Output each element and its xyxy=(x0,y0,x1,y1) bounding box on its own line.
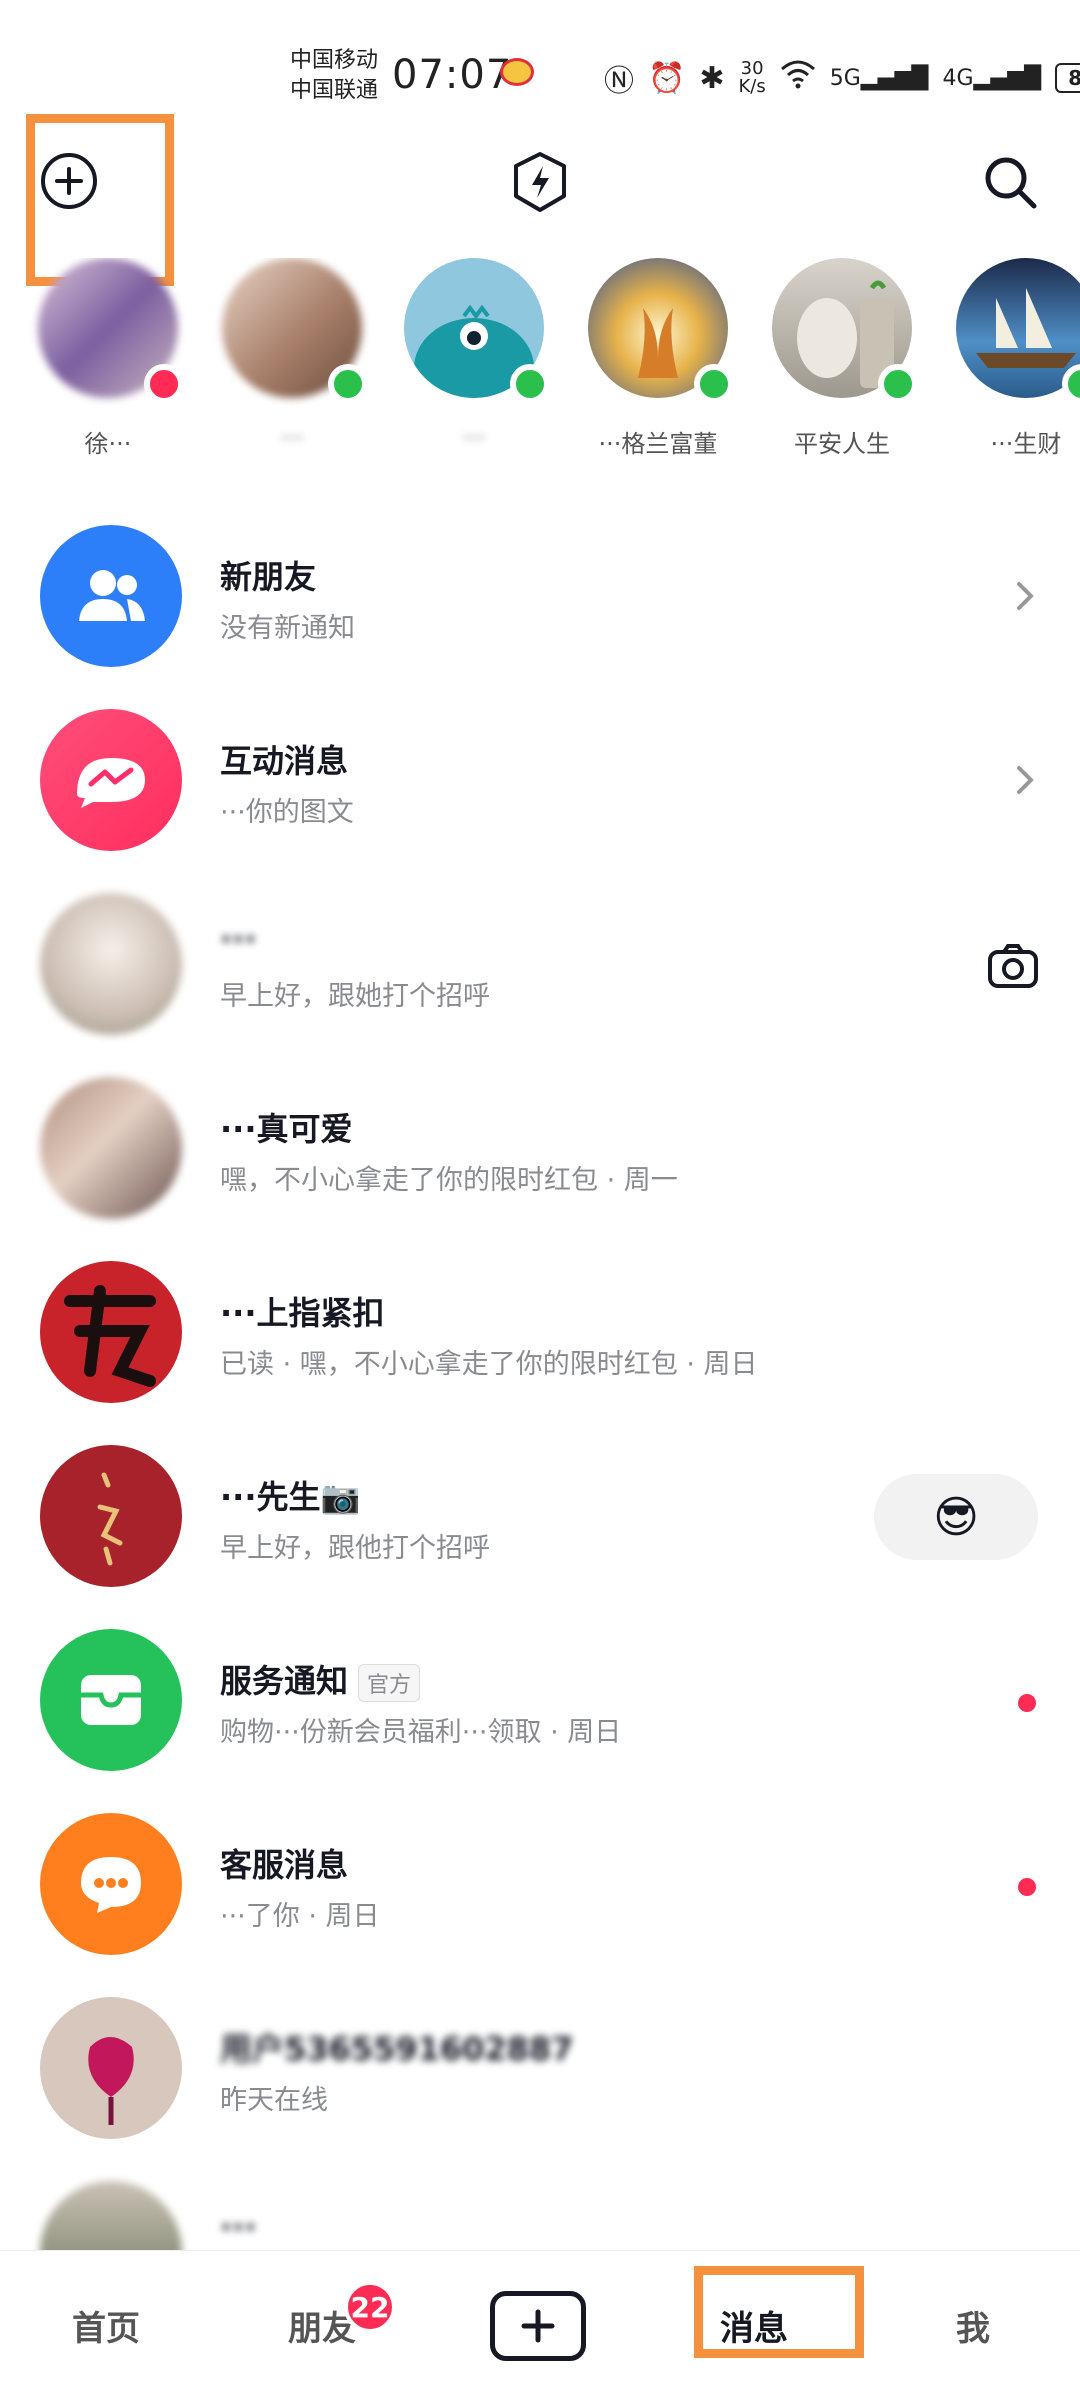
story-name: ···生财 xyxy=(990,430,1062,458)
conversation-subtitle: ···你的图文 xyxy=(220,797,354,828)
avatar xyxy=(40,1261,182,1403)
avatar xyxy=(40,893,182,1035)
lightning-icon xyxy=(514,152,566,212)
system-icons: Ⓝ ⏰ ✱ 30 K/s 5G▂▄▆█ 4G▂▄▆█ 85 xyxy=(604,56,1080,100)
conversation-subtitle: 嘿，不小心拿走了你的限时红包 · 周一 xyxy=(220,1165,678,1196)
story-name: ···格兰富董 xyxy=(598,430,718,458)
story-avatar xyxy=(956,258,1080,398)
chevron-right-icon xyxy=(1017,766,1034,794)
conversation-subtitle: 已读 · 嘿，不小心拿走了你的限时红包 · 周日 xyxy=(220,1349,758,1380)
conversation-title: ···先生📷 xyxy=(220,1478,361,1516)
conversation-subtitle: 购物···份新会员福利···领取 · 周日 xyxy=(220,1717,622,1748)
conversation-title: 客服消息 xyxy=(220,1846,349,1884)
search-icon xyxy=(985,157,1037,209)
unread-dot xyxy=(1018,1878,1036,1896)
list-item-interactions[interactable]: 互动消息 ···你的图文 xyxy=(0,694,1080,878)
plus-circle-icon xyxy=(41,153,97,209)
story-name: 徐··· xyxy=(84,430,132,458)
signal-4g: 4G▂▄▆█ xyxy=(942,65,1042,91)
battery-indicator: 85 xyxy=(1055,63,1080,93)
customer-service-icon xyxy=(40,1813,182,1955)
avatar xyxy=(40,1077,182,1219)
network-speed: 30 K/s xyxy=(738,58,766,97)
add-friend-button[interactable] xyxy=(38,150,100,212)
chevron-right-icon xyxy=(1017,582,1034,610)
list-item-chat[interactable]: ··· 早上好，跟她打个招呼 xyxy=(0,878,1080,1062)
status-dot xyxy=(144,364,184,404)
story-item[interactable]: ···格兰富董 xyxy=(588,258,738,459)
carrier-1: 中国移动 xyxy=(290,48,379,73)
service-notice-icon xyxy=(40,1629,182,1771)
online-dot xyxy=(878,364,918,404)
nfc-icon: Ⓝ xyxy=(604,64,634,99)
story-item[interactable]: 徐··· xyxy=(38,258,188,459)
highlight-box-messages xyxy=(694,2266,864,2358)
weibo-notification-icon xyxy=(500,58,534,86)
avatar xyxy=(40,1997,182,2139)
wifi-icon xyxy=(780,59,816,97)
official-tag: 官方 xyxy=(358,1664,421,1702)
conversation-title: ··· xyxy=(220,920,257,958)
conversation-title: ···上指紧扣 xyxy=(220,1294,385,1332)
online-dot xyxy=(328,364,368,404)
greeting-sticker-button[interactable]: 😎 xyxy=(874,1474,1038,1560)
conversation-title: ···真可爱 xyxy=(220,1110,353,1148)
sun-sunglasses-icon: 😎 xyxy=(933,1491,979,1543)
list-item-new-friends[interactable]: 新朋友 没有新通知 xyxy=(0,510,1080,694)
story-item[interactable]: ··· xyxy=(222,258,372,452)
conversation-title: 服务通知 官方 xyxy=(220,1656,421,1702)
conversation-title: ··· xyxy=(220,2208,257,2246)
conversation-subtitle: 没有新通知 xyxy=(220,613,355,644)
friends-badge: 22 xyxy=(344,2281,396,2333)
flash-chat-button[interactable] xyxy=(506,148,574,216)
search-button[interactable] xyxy=(978,150,1042,214)
online-dot xyxy=(510,364,550,404)
story-item[interactable]: ··· xyxy=(404,258,554,452)
conversation-subtitle: ···了你 · 周日 xyxy=(220,1901,380,1932)
conversation-subtitle: 早上好，跟他打个招呼 xyxy=(220,1533,490,1564)
tab-home[interactable]: 首页 xyxy=(72,2301,140,2350)
list-item-service-notice[interactable]: 服务通知 官方 购物···份新会员福利···领取 · 周日 xyxy=(0,1614,1080,1798)
list-item-chat[interactable]: ···上指紧扣 已读 · 嘿，不小心拿走了你的限时红包 · 周日 xyxy=(0,1246,1080,1430)
story-name: ··· xyxy=(280,424,304,452)
new-friends-icon xyxy=(40,525,182,667)
bluetooth-icon: ✱ xyxy=(699,60,725,96)
list-item-chat[interactable]: 用户5365591602887 昨天在线 xyxy=(0,1982,1080,2166)
list-item-chat[interactable]: ···先生📷 早上好，跟他打个招呼 😎 xyxy=(0,1430,1080,1614)
carrier-names: 中国移动 中国联通 xyxy=(290,46,378,106)
conversation-subtitle: 昨天在线 xyxy=(220,2085,328,2116)
conversation-subtitle: 早上好，跟她打个招呼 xyxy=(220,981,490,1012)
signal-5g: 5G▂▄▆█ xyxy=(829,65,929,91)
clock: 07:07 xyxy=(392,52,513,98)
story-name: 平安人生 xyxy=(794,430,890,458)
camera-icon[interactable] xyxy=(986,940,1040,994)
interactions-icon xyxy=(40,709,182,851)
plus-icon xyxy=(521,2309,555,2343)
story-item[interactable]: ···生财 xyxy=(956,258,1080,459)
list-item-chat[interactable]: ···真可爱 嘿，不小心拿走了你的限时红包 · 周一 xyxy=(0,1062,1080,1246)
story-row[interactable]: 徐··· ··· ··· ···格兰富董 平安人生 ···生财 xyxy=(0,258,1080,478)
story-name: ··· xyxy=(462,424,486,452)
create-post-button[interactable] xyxy=(490,2291,586,2361)
online-dot xyxy=(694,364,734,404)
alarm-icon: ⏰ xyxy=(648,60,686,96)
story-item[interactable]: 平安人生 xyxy=(772,258,922,459)
conversation-title: 用户5365591602887 xyxy=(220,2030,574,2068)
conversation-title: 新朋友 xyxy=(220,558,317,596)
tab-me[interactable]: 我 xyxy=(956,2301,990,2350)
list-item-customer-service[interactable]: 客服消息 ···了你 · 周日 xyxy=(0,1798,1080,1982)
conversation-title: 互动消息 xyxy=(220,742,349,780)
unread-dot xyxy=(1018,1694,1036,1712)
avatar xyxy=(40,1445,182,1587)
bottom-navigation: 首页 朋友 22 消息 我 xyxy=(0,2250,1080,2401)
carrier-2: 中国联通 xyxy=(290,78,379,103)
